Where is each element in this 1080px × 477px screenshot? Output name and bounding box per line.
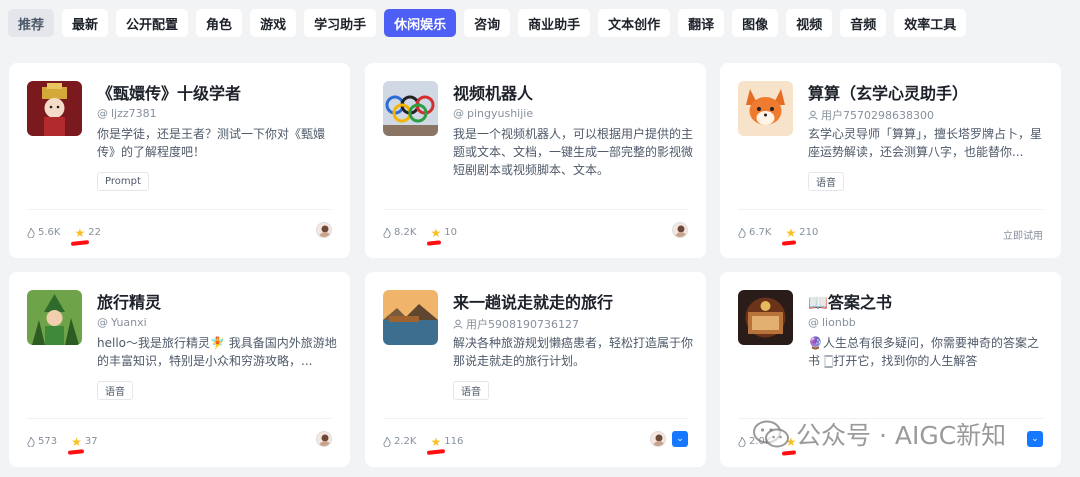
star-icon: ★: [785, 225, 797, 240]
divider: [27, 418, 332, 419]
fire-icon: [383, 227, 391, 238]
bot-avatar: [383, 290, 438, 345]
tab-consult[interactable]: 咨询: [464, 9, 511, 37]
tab-game[interactable]: 游戏: [250, 9, 297, 37]
bot-avatar: [27, 81, 82, 136]
red-underline-mark: [427, 240, 442, 246]
user-icon: [808, 110, 818, 120]
tab-business[interactable]: 商业助手: [518, 9, 591, 37]
bot-tag: 语音: [808, 172, 844, 191]
bot-description: 玄学心灵导师「算算」，擅长塔罗牌占卜，星座运势解读，还会测算八字，也能替你...: [808, 127, 1043, 159]
red-underline-mark: [71, 240, 90, 246]
bot-description: 🔮人生总有很多疑问，你需要神奇的答案之书 🀆打开它，找到你的人生解答: [808, 336, 1039, 368]
red-underline-mark: [67, 449, 85, 455]
bot-avatar: [738, 290, 793, 345]
views-stat: 2.2K: [383, 436, 416, 447]
bot-card[interactable]: 来一趟说走就走的旅行 用户5908190736127 解决各种旅游规划懒癌患者，…: [365, 272, 706, 467]
bot-description: 解决各种旅游规划懒癌患者，轻松打造属于你那说走就走的旅行计划。: [453, 336, 693, 368]
star-icon: ★: [71, 434, 82, 449]
tab-latest[interactable]: 最新: [62, 9, 109, 37]
bot-author: @ Yuanxi: [97, 316, 147, 329]
bot-tag: 语音: [97, 381, 133, 400]
fire-icon: [383, 436, 391, 447]
bot-avatar: [27, 290, 82, 345]
user-icon: [453, 319, 463, 329]
tab-leisure[interactable]: 休闲娱乐: [384, 9, 457, 37]
bot-tag: 语音: [453, 381, 489, 400]
try-now-link[interactable]: 立即试用: [1003, 227, 1043, 242]
bot-avatar: [738, 81, 793, 136]
watermark: 公众号 · AIGC新知: [752, 416, 1006, 452]
creator-avatar[interactable]: [672, 222, 688, 238]
bot-description: 我是一个视频机器人，可以根据用户提供的主题或文本、文档，一键生成一部完整的影视微…: [453, 127, 693, 177]
creator-avatar[interactable]: [650, 431, 666, 447]
bot-title[interactable]: 视频机器人: [453, 80, 533, 104]
tab-recommend[interactable]: 推荐: [8, 9, 55, 37]
bot-title[interactable]: 旅行精灵: [97, 289, 161, 313]
tab-image[interactable]: 图像: [732, 9, 779, 37]
divider: [27, 209, 332, 210]
creator-avatar[interactable]: [316, 222, 332, 238]
divider: [738, 209, 1043, 210]
bot-tag: Prompt: [97, 172, 149, 191]
fire-icon: [27, 436, 35, 447]
red-underline-mark: [427, 449, 446, 455]
bot-author: @ ljzz7381: [97, 107, 157, 120]
bot-title[interactable]: 算算（玄学心灵助手）: [808, 80, 968, 104]
views-stat: 573: [27, 436, 57, 447]
tab-study[interactable]: 学习助手: [304, 9, 377, 37]
bot-card[interactable]: 算算（玄学心灵助手） 用户7570298638300 玄学心灵导师「算算」，擅长…: [720, 63, 1061, 258]
divider: [383, 418, 688, 419]
bot-author: @ lionbb: [808, 316, 856, 329]
creator-avatar[interactable]: [316, 431, 332, 447]
bot-title[interactable]: 📖答案之书: [808, 289, 892, 313]
bot-stats: 573 ★ 37: [27, 434, 112, 455]
bot-stats: 2.2K ★ 116: [383, 434, 477, 455]
tab-efficiency[interactable]: 效率工具: [894, 9, 967, 37]
star-icon: ★: [430, 225, 442, 240]
bot-title[interactable]: 《甄嬛传》十级学者: [97, 80, 241, 104]
tab-video[interactable]: 视频: [786, 9, 833, 37]
tab-translate[interactable]: 翻译: [678, 9, 725, 37]
bot-card[interactable]: 视频机器人 @ pingyushijie 我是一个视频机器人，可以根据用户提供的主…: [365, 63, 706, 258]
stars-stat: ★ 22: [71, 225, 101, 246]
store-badge-icon[interactable]: ⌄: [1027, 431, 1043, 447]
store-badge-icon[interactable]: ⌄: [672, 431, 688, 447]
bot-title[interactable]: 来一趟说走就走的旅行: [453, 289, 613, 313]
views-stat: 8.2K: [383, 227, 416, 238]
fire-icon: [738, 436, 746, 447]
bot-author: 用户7570298638300: [808, 107, 934, 123]
bot-description: hello～我是旅行精灵🧚 我具备国内外旅游地的丰富知识，特别是小众和穷游攻略，…: [97, 336, 337, 368]
bot-author: 用户5908190736127: [453, 316, 579, 332]
bot-stats: 5.6K ★ 22: [27, 225, 115, 246]
stars-stat: ★ 37: [67, 434, 98, 455]
fire-icon: [738, 227, 746, 238]
bot-description: 你是学徒，还是王者？测试一下你对《甄嬛传》的了解程度吧！: [97, 127, 326, 159]
stars-stat: ★ 210: [782, 225, 818, 246]
fire-icon: [27, 227, 35, 238]
tab-public-config[interactable]: 公开配置: [116, 9, 189, 37]
bot-stats: 6.7K ★ 210: [738, 225, 832, 246]
tab-audio[interactable]: 音频: [840, 9, 887, 37]
red-underline-mark: [782, 240, 797, 246]
stars-stat: ★ 10: [427, 225, 457, 246]
stars-stat: ★ 116: [427, 434, 463, 455]
star-icon: ★: [74, 225, 86, 240]
category-tabs: 推荐 最新 公开配置 角色 游戏 学习助手 休闲娱乐 咨询 商业助手 文本创作 …: [8, 9, 967, 37]
bot-card[interactable]: 旅行精灵 @ Yuanxi hello～我是旅行精灵🧚 我具备国内外旅游地的丰富知…: [9, 272, 350, 467]
bot-card[interactable]: 《甄嬛传》十级学者 @ ljzz7381 你是学徒，还是王者？测试一下你对《甄嬛传…: [9, 63, 350, 258]
views-stat: 6.7K: [738, 227, 771, 238]
tab-writing[interactable]: 文本创作: [598, 9, 671, 37]
bot-author: @ pingyushijie: [453, 107, 534, 120]
bot-stats: 8.2K ★ 10: [383, 225, 471, 246]
divider: [383, 209, 688, 210]
views-stat: 5.6K: [27, 227, 60, 238]
wechat-icon: [753, 420, 789, 448]
bot-avatar: [383, 81, 438, 136]
star-icon: ★: [430, 434, 442, 449]
tab-role[interactable]: 角色: [196, 9, 243, 37]
